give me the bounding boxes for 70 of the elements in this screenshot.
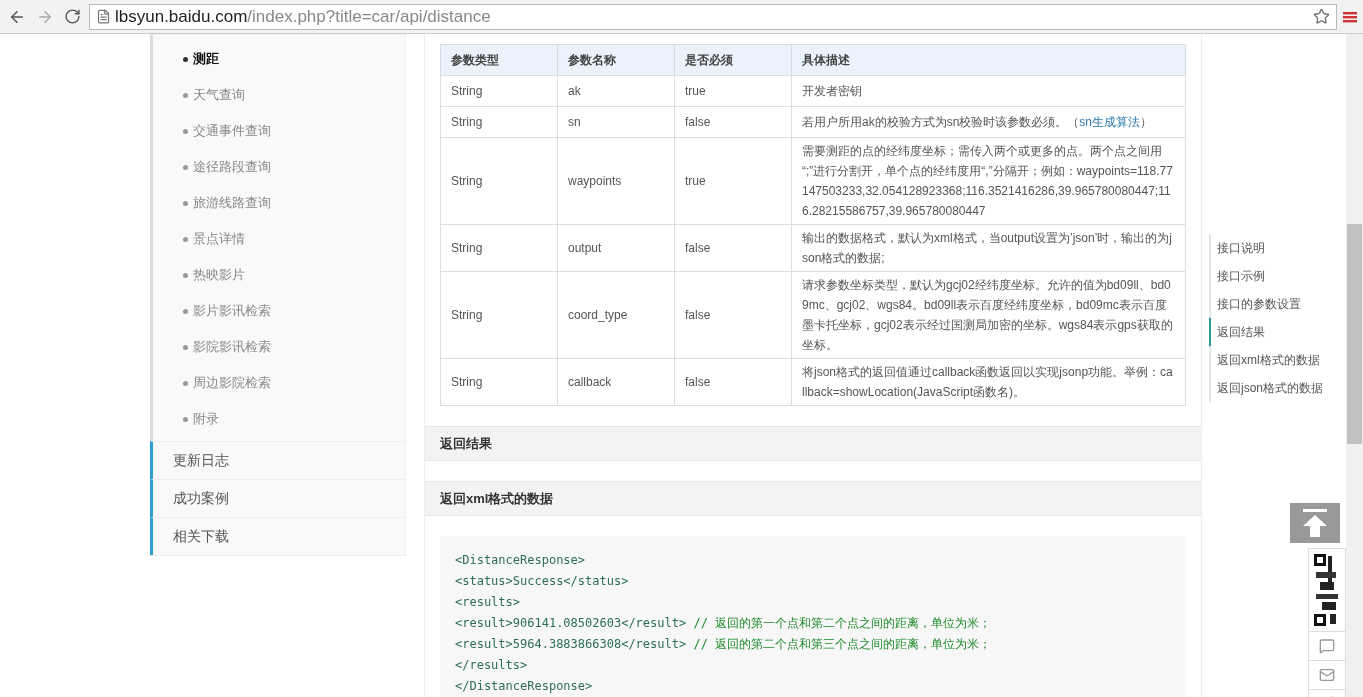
table-cell: callback: [557, 358, 675, 406]
page-icon: [96, 9, 111, 24]
sidebar-item[interactable]: 热映影片: [153, 257, 405, 293]
table-cell: String: [440, 224, 558, 272]
sidebar-item[interactable]: 相关下载: [150, 517, 405, 555]
table-cell: output: [557, 224, 675, 272]
table-cell: false: [674, 224, 792, 272]
back-to-top-button[interactable]: [1290, 503, 1340, 543]
code-line: <DistanceResponse>: [455, 552, 587, 569]
sidebar-item[interactable]: 测距: [153, 41, 405, 77]
table-cell: 输出的数据格式，默认为xml格式，当output设置为’json’时，输出的为json格式的数据;: [791, 224, 1186, 272]
table-cell: String: [440, 358, 558, 406]
table-cell: false: [674, 271, 792, 359]
reload-button[interactable]: [62, 6, 83, 27]
sidebar-item[interactable]: 景点详情: [153, 221, 405, 257]
table-cell: true: [674, 75, 792, 107]
sidebar-item[interactable]: 途径路段查询: [153, 149, 405, 185]
sidebar-item[interactable]: 更新日志: [150, 441, 405, 479]
toc-link[interactable]: 接口说明: [1209, 234, 1323, 262]
toc-link[interactable]: 返回json格式的数据: [1209, 374, 1323, 402]
table-cell: 若用户所用ak的校验方式为sn校验时该参数必须。（sn生成算法）: [791, 106, 1186, 138]
code-line: <results>: [455, 594, 522, 611]
table-cell: coord_type: [557, 271, 675, 359]
column-header: 参数类型: [440, 44, 558, 76]
code-line: </results>: [455, 657, 529, 674]
sidebar-item[interactable]: 旅游线路查询: [153, 185, 405, 221]
mail-icon[interactable]: [1319, 667, 1335, 683]
table-cell: String: [440, 271, 558, 359]
sidebar-item[interactable]: 影片影讯检索: [153, 293, 405, 329]
toc-link[interactable]: 接口示例: [1209, 262, 1323, 290]
toc-link[interactable]: 接口的参数设置: [1209, 290, 1323, 318]
code-line: <result>906141.08502603</result> // 返回的第一个点和第二个点之间的距离，单位为米；: [455, 615, 993, 632]
menu-icon[interactable]: [1343, 9, 1357, 24]
table-cell: sn: [557, 106, 675, 138]
table-cell: false: [674, 358, 792, 406]
bookmark-star-icon[interactable]: [1313, 8, 1330, 25]
code-line: </DistanceResponse>: [455, 678, 594, 695]
table-cell: true: [674, 137, 792, 225]
sidebar-item[interactable]: 附录: [153, 401, 405, 437]
column-header: 是否必须: [674, 44, 792, 76]
table-cell: String: [440, 106, 558, 138]
up-arrow-icon: [1302, 509, 1328, 537]
chat-icon[interactable]: [1319, 638, 1335, 654]
table-cell: 需要测距的点的经纬度坐标；需传入两个或更多的点。两个点之间用 “;”进行分割开，单个点的经纬度用“,”分隔开；例如：waypoints=118.77147503233,32.054128923368;116.3521416286,39.965780080447;116.28215586757,39.965780080447: [791, 137, 1186, 225]
toc-link[interactable]: 返回结果: [1209, 318, 1323, 346]
section-heading: 返回xml格式的数据: [425, 481, 1201, 516]
scrollbar-thumb[interactable]: [1347, 224, 1362, 444]
table-cell: 将json格式的返回值通过callback函数返回以实现jsonp功能。举例：callback=showLocation(JavaScript函数名)。: [791, 358, 1186, 406]
column-header: 参数名称: [557, 44, 675, 76]
sidebar-item[interactable]: 交通事件查询: [153, 113, 405, 149]
reload-icon: [64, 8, 81, 25]
table-cell: ak: [557, 75, 675, 107]
address-bar[interactable]: lbsyun.baidu.com/index.php?title=car/api/distance: [89, 3, 1337, 30]
sidebar-item[interactable]: 影院影讯检索: [153, 329, 405, 365]
algorithm-link[interactable]: sn生成算法: [1079, 115, 1141, 129]
table-cell: 请求参数坐标类型，默认为gcj02经纬度坐标。允许的值为bd09ll、bd09mc、gcj02、wgs84。bd09ll表示百度经纬度坐标，bd09mc表示百度墨卡托坐标，gcj02表示经过国测局加密的坐标。wgs84表示gps获取的坐标。: [791, 271, 1186, 359]
table-cell: waypoints: [557, 137, 675, 225]
section-heading: 返回结果: [425, 426, 1201, 461]
code-line: <result>5964.3883866308</result> // 返回的第二个点和第三个点之间的距离，单位为米；: [455, 636, 993, 653]
sidebar-item[interactable]: 成功案例: [150, 479, 405, 517]
table-cell: false: [674, 106, 792, 138]
sidebar-item[interactable]: 周边影院检索: [153, 365, 405, 401]
table-cell: String: [440, 137, 558, 225]
table-cell: 开发者密钥: [791, 75, 1186, 107]
sidebar-item[interactable]: 天气查询: [153, 77, 405, 113]
scrollbar[interactable]: [1346, 34, 1363, 697]
code-line: <status>Success</status>: [455, 573, 630, 590]
toc-link[interactable]: 返回xml格式的数据: [1209, 346, 1323, 374]
table-cell: String: [440, 75, 558, 107]
column-header: 具体描述: [791, 44, 1186, 76]
